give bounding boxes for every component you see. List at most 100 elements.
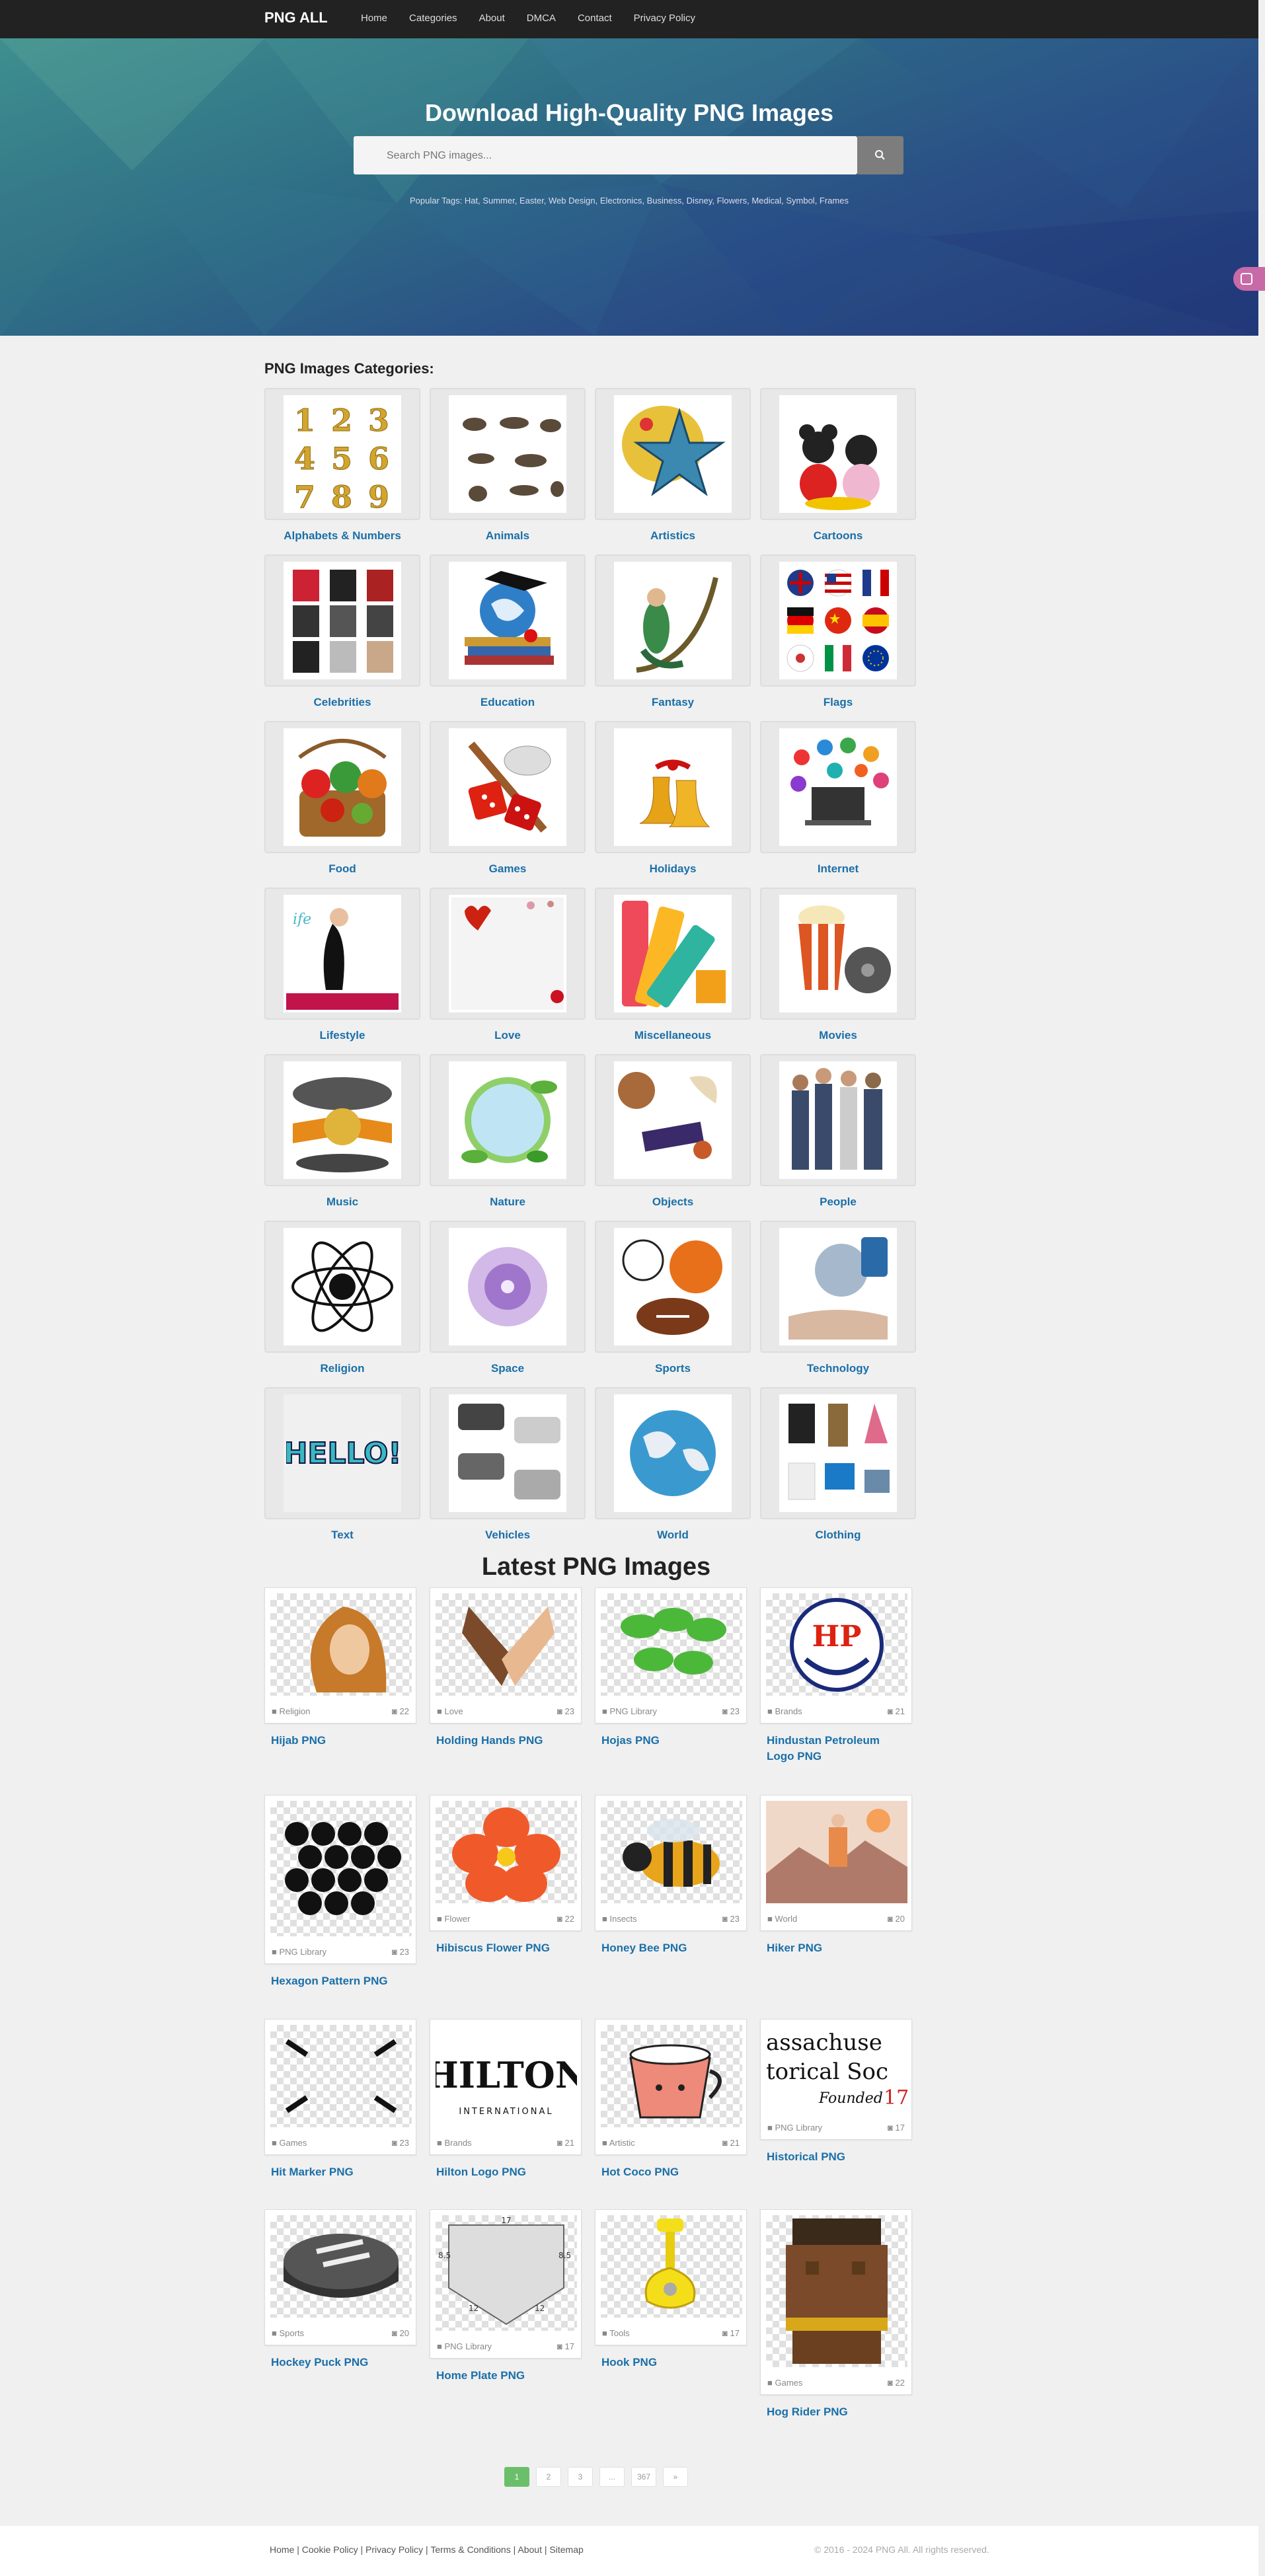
- card-title[interactable]: Historical PNG: [767, 2149, 905, 2165]
- image-card-hojas[interactable]: ■ PNG Library ◙ 23 Hojas PNG: [595, 1587, 747, 1749]
- card-category[interactable]: ■ PNG Library: [272, 1947, 326, 1957]
- card-title[interactable]: Home Plate PNG: [436, 2368, 575, 2384]
- card-title[interactable]: Honey Bee PNG: [601, 1940, 740, 1956]
- nav-dmca[interactable]: DMCA: [527, 13, 556, 24]
- category-card-holidays[interactable]: Holidays: [595, 721, 751, 886]
- category-card-alphabets[interactable]: 123 456 789 Alphabets & Numbers: [264, 388, 420, 553]
- image-card-home-plate[interactable]: 17 8.5 8.5 12 12 ■ PNG Library ◙ 17 Home …: [430, 2209, 582, 2384]
- category-card-movies[interactable]: Movies: [760, 888, 916, 1053]
- category-label[interactable]: Miscellaneous: [595, 1029, 751, 1042]
- footer-terms[interactable]: Terms & Conditions: [430, 2544, 510, 2555]
- search-button[interactable]: [857, 136, 903, 174]
- card-category[interactable]: ■ Brands: [767, 1706, 802, 1716]
- category-label[interactable]: Love: [430, 1029, 586, 1042]
- category-label[interactable]: Celebrities: [264, 696, 420, 709]
- category-label[interactable]: People: [760, 1195, 916, 1209]
- category-label[interactable]: World: [595, 1529, 751, 1542]
- category-card-nature[interactable]: Nature: [430, 1054, 586, 1219]
- image-card-hexagon-pattern[interactable]: ■ PNG Library ◙ 23 Hexagon Pattern PNG: [264, 1795, 416, 1989]
- footer-sitemap[interactable]: Sitemap: [549, 2544, 583, 2555]
- category-label[interactable]: Movies: [760, 1029, 916, 1042]
- image-card-hibiscus-flower[interactable]: ■ Flower ◙ 22 Hibiscus Flower PNG: [430, 1795, 582, 1956]
- nav-privacy-policy[interactable]: Privacy Policy: [634, 13, 695, 24]
- category-card-sports[interactable]: Sports: [595, 1221, 751, 1386]
- category-card-miscellaneous[interactable]: Miscellaneous: [595, 888, 751, 1053]
- category-card-clothing[interactable]: Clothing: [760, 1387, 916, 1552]
- card-title[interactable]: Hibiscus Flower PNG: [436, 1940, 575, 1956]
- page-next[interactable]: »: [663, 2467, 688, 2487]
- category-card-fantasy[interactable]: Fantasy: [595, 554, 751, 720]
- card-category[interactable]: ■ PNG Library: [437, 2341, 492, 2351]
- category-card-objects[interactable]: Objects: [595, 1054, 751, 1219]
- image-card-hijab[interactable]: ■ Religion ◙ 22 Hijab PNG: [264, 1587, 416, 1749]
- category-label[interactable]: Cartoons: [760, 529, 916, 543]
- image-card-holding-hands[interactable]: ■ Love ◙ 23 Holding Hands PNG: [430, 1587, 582, 1749]
- category-label[interactable]: Text: [264, 1529, 420, 1542]
- category-card-celebrities[interactable]: Celebrities: [264, 554, 420, 720]
- image-card-hockey-puck[interactable]: ■ Sports ◙ 20 Hockey Puck PNG: [264, 2209, 416, 2370]
- category-label[interactable]: Music: [264, 1195, 420, 1209]
- card-title[interactable]: Hindustan Petroleum Logo PNG: [767, 1733, 905, 1764]
- category-label[interactable]: Artistics: [595, 529, 751, 543]
- category-card-lifestyle[interactable]: ife Lifestyle: [264, 888, 420, 1053]
- category-card-internet[interactable]: Internet: [760, 721, 916, 886]
- category-card-text[interactable]: HELLO! Text: [264, 1387, 420, 1552]
- footer-home[interactable]: Home: [270, 2544, 294, 2555]
- category-label[interactable]: Holidays: [595, 862, 751, 876]
- category-label[interactable]: Games: [430, 862, 586, 876]
- card-title[interactable]: Hojas PNG: [601, 1733, 740, 1749]
- page-3[interactable]: 3: [568, 2467, 593, 2487]
- category-label[interactable]: Lifestyle: [264, 1029, 420, 1042]
- card-title[interactable]: Hook PNG: [601, 2355, 740, 2370]
- category-card-cartoons[interactable]: Cartoons: [760, 388, 916, 553]
- card-category[interactable]: ■ World: [767, 1914, 797, 1924]
- brand-logo[interactable]: PNG ALL: [264, 9, 328, 26]
- category-label[interactable]: Alphabets & Numbers: [264, 529, 420, 543]
- category-card-flags[interactable]: Flags: [760, 554, 916, 720]
- image-card-hook[interactable]: ■ Tools ◙ 17 Hook PNG: [595, 2209, 747, 2370]
- card-title[interactable]: Hockey Puck PNG: [271, 2355, 410, 2370]
- category-label[interactable]: Internet: [760, 862, 916, 876]
- nav-about[interactable]: About: [479, 13, 505, 24]
- card-category[interactable]: ■ Tools: [602, 2328, 630, 2338]
- image-card-historical[interactable]: assachuse torical Soc Founded 17 ■ PNG L…: [760, 2019, 912, 2165]
- card-category[interactable]: ■ Artistic: [602, 2138, 635, 2148]
- category-card-technology[interactable]: Technology: [760, 1221, 916, 1386]
- category-label[interactable]: Religion: [264, 1362, 420, 1375]
- page-1[interactable]: 1: [504, 2467, 529, 2487]
- category-card-music[interactable]: Music: [264, 1054, 420, 1219]
- image-card-hot-coco[interactable]: ■ Artistic ◙ 21 Hot Coco PNG: [595, 2019, 747, 2180]
- category-card-space[interactable]: Space: [430, 1221, 586, 1386]
- card-category[interactable]: ■ Sports: [272, 2328, 304, 2338]
- card-category[interactable]: ■ Brands: [437, 2138, 472, 2148]
- category-label[interactable]: Sports: [595, 1362, 751, 1375]
- card-category[interactable]: ■ Religion: [272, 1706, 310, 1716]
- category-card-artistics[interactable]: Artistics: [595, 388, 751, 553]
- category-card-love[interactable]: Love: [430, 888, 586, 1053]
- category-label[interactable]: Technology: [760, 1362, 916, 1375]
- card-category[interactable]: ■ PNG Library: [602, 1706, 657, 1716]
- footer-cookie-policy[interactable]: Cookie Policy: [302, 2544, 358, 2555]
- image-card-honey-bee[interactable]: ■ Insects ◙ 23 Honey Bee PNG: [595, 1795, 747, 1956]
- category-label[interactable]: Nature: [430, 1195, 586, 1209]
- category-card-education[interactable]: Education: [430, 554, 586, 720]
- image-card-hiker[interactable]: ■ World ◙ 20 Hiker PNG: [760, 1795, 912, 1956]
- image-card-hindustan-petroleum[interactable]: HP ■ Brands ◙ 21 Hindustan Petroleum Logo…: [760, 1587, 912, 1764]
- category-label[interactable]: Clothing: [760, 1529, 916, 1542]
- card-title[interactable]: Holding Hands PNG: [436, 1733, 575, 1749]
- category-label[interactable]: Fantasy: [595, 696, 751, 709]
- nav-contact[interactable]: Contact: [578, 13, 612, 24]
- category-card-games[interactable]: Games: [430, 721, 586, 886]
- card-title[interactable]: Hexagon Pattern PNG: [271, 1973, 410, 1989]
- card-title[interactable]: Hog Rider PNG: [767, 2404, 905, 2420]
- category-label[interactable]: Vehicles: [430, 1529, 586, 1542]
- category-card-animals[interactable]: Animals: [430, 388, 586, 553]
- card-category[interactable]: ■ Games: [272, 2138, 307, 2148]
- card-title[interactable]: Hit Marker PNG: [271, 2164, 410, 2180]
- footer-privacy-policy[interactable]: Privacy Policy: [365, 2544, 423, 2555]
- image-card-hilton-logo[interactable]: HILTON INTERNATIONAL ■ Brands ◙ 21 Hilton…: [430, 2019, 582, 2180]
- image-card-hit-marker[interactable]: ■ Games ◙ 23 Hit Marker PNG: [264, 2019, 416, 2180]
- side-widget-button[interactable]: [1233, 267, 1265, 291]
- card-category[interactable]: ■ Flower: [437, 1914, 471, 1924]
- category-label[interactable]: Flags: [760, 696, 916, 709]
